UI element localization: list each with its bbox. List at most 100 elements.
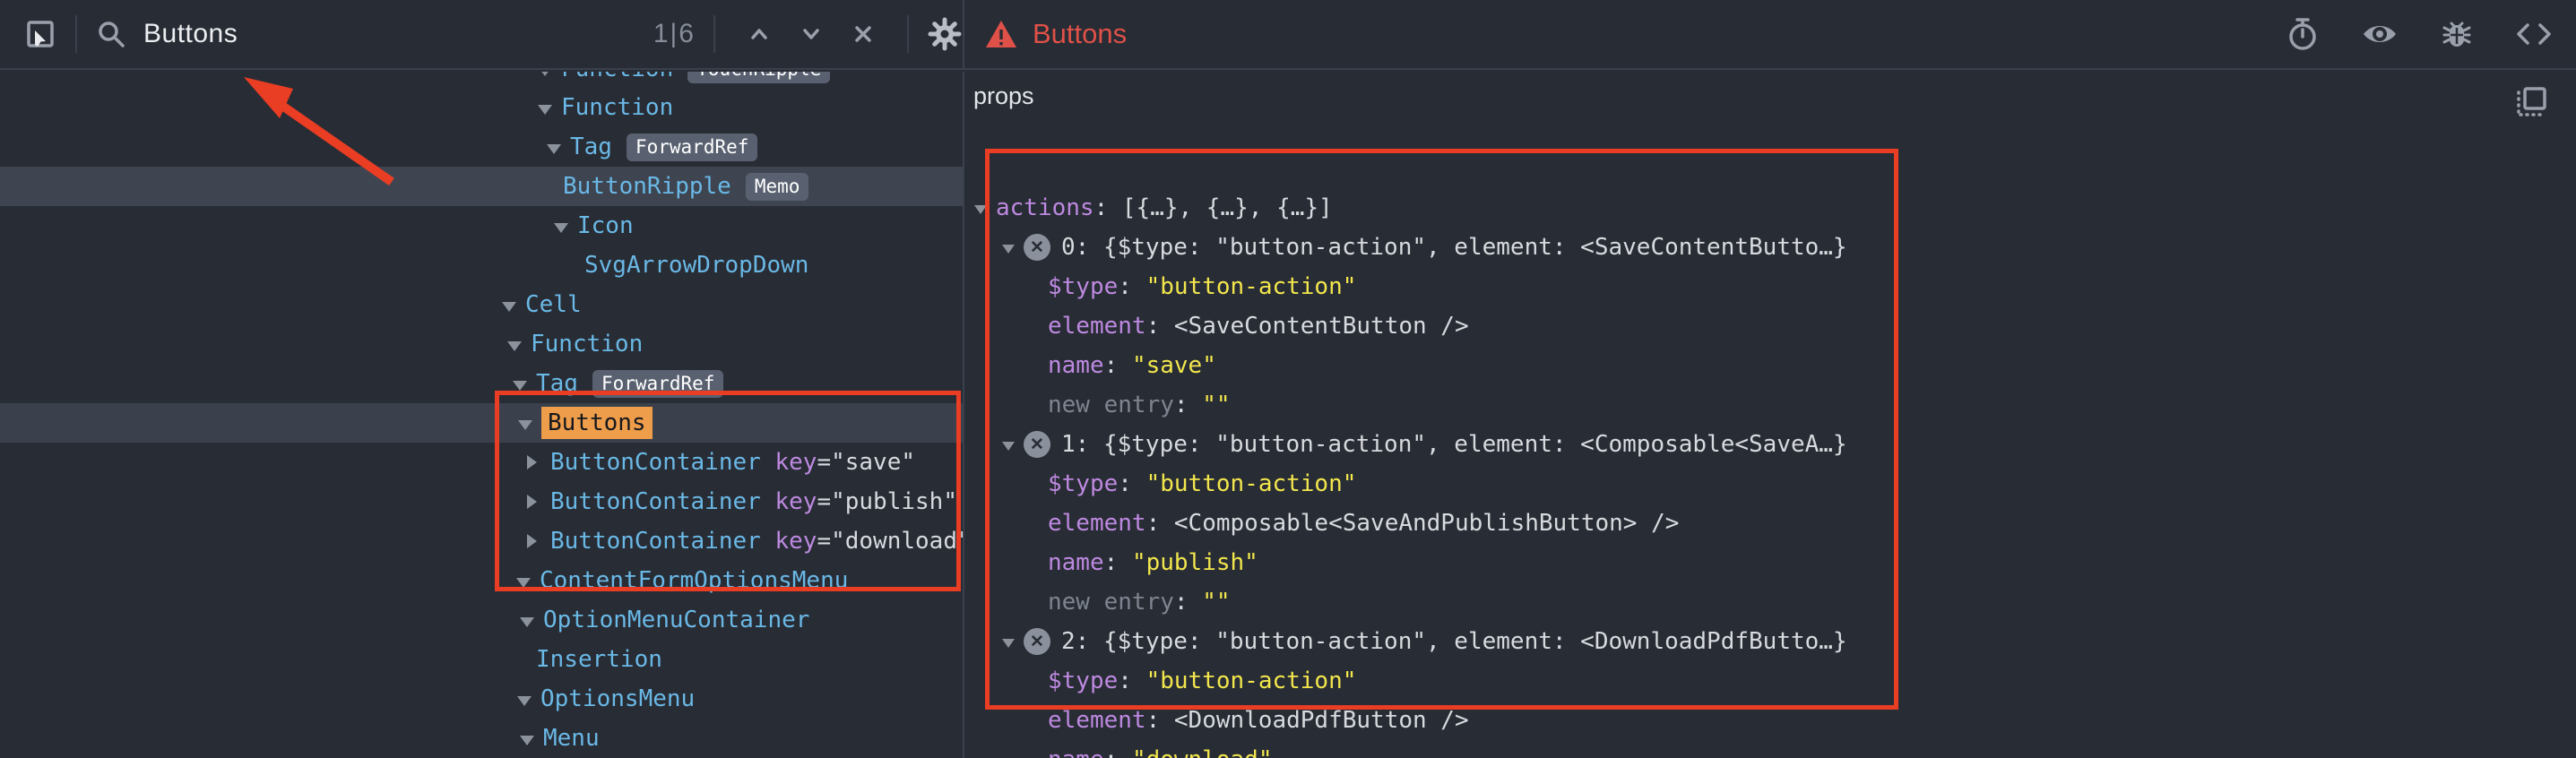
prop-field-key: $type: [1048, 470, 1118, 497]
tree-row-buttoncontainer[interactable]: ButtonContainer key="publish": [0, 482, 963, 521]
item-index: 2: [1061, 628, 1076, 655]
prop-field-key: name: [1048, 549, 1104, 576]
key-attribute-value: ="save": [817, 449, 915, 476]
log-to-console-bug-icon[interactable]: [2440, 17, 2474, 51]
expander-closed-icon[interactable]: [527, 495, 537, 509]
prop-field-key[interactable]: new entry: [1048, 392, 1174, 418]
prop-field-row: new entry: "": [966, 385, 2576, 425]
expander-closed-icon[interactable]: [527, 455, 537, 469]
component-name: Function: [561, 72, 673, 82]
delete-entry-icon[interactable]: ✕: [1024, 234, 1050, 261]
expander-open-icon[interactable]: [554, 223, 568, 233]
expander-open-icon[interactable]: [507, 341, 522, 351]
expander-open-icon[interactable]: [1002, 245, 1015, 254]
previous-result-button[interactable]: [746, 21, 773, 47]
tree-row-contentformoptionsmenu[interactable]: ContentFormOptionsMenu: [0, 561, 963, 600]
toolbar: Buttons 1|6: [0, 0, 2576, 70]
component-name: ButtonContainer: [550, 488, 761, 515]
inspect-element-icon[interactable]: [23, 17, 57, 51]
prop-field-row: element: <Composable<SaveAndPublishButto…: [966, 504, 2576, 543]
component-name: ButtonContainer: [550, 449, 761, 476]
expander-open-icon[interactable]: [516, 578, 531, 588]
prop-field-value[interactable]: "save": [1132, 352, 1216, 379]
tree-row-svgarrowdropdown[interactable]: SvgArrowDropDown: [0, 245, 963, 285]
component-badge: ForwardRef: [627, 134, 757, 161]
key-attribute-value: ="publish": [817, 488, 957, 515]
item-preview: {$type: "button-action", element: <Compo…: [1103, 431, 1847, 458]
next-result-button[interactable]: [798, 21, 825, 47]
clear-search-icon[interactable]: [850, 21, 877, 47]
expander-open-icon[interactable]: [513, 381, 527, 391]
toolbar-left: Buttons 1|6: [0, 0, 964, 68]
item-index: 0: [1061, 234, 1076, 261]
prop-field-row: name: "save": [966, 346, 2576, 385]
tree-row-menu[interactable]: Menu: [0, 719, 963, 758]
component-name: ContentFormOptionsMenu: [540, 567, 848, 594]
suspense-stopwatch-icon[interactable]: [2286, 16, 2320, 52]
prop-field-value[interactable]: "": [1202, 392, 1230, 418]
prop-row-item-0[interactable]: ✕0: {$type: "button-action", element: <S…: [966, 228, 2576, 267]
expander-closed-icon[interactable]: [527, 534, 537, 548]
tree-row-function[interactable]: Function TouchRipple: [0, 72, 963, 88]
search-icon: [95, 18, 127, 50]
prop-field-row: element: <SaveContentButton />: [966, 306, 2576, 346]
expander-open-icon[interactable]: [518, 420, 532, 430]
delete-entry-icon[interactable]: ✕: [1024, 431, 1050, 458]
view-source-code-icon[interactable]: [2515, 20, 2553, 48]
prop-row-item-2[interactable]: ✕2: {$type: "button-action", element: <D…: [966, 622, 2576, 661]
component-badge: TouchRipple: [687, 72, 830, 83]
component-name: Insertion: [536, 646, 662, 673]
expander-open-icon[interactable]: [974, 205, 987, 214]
prop-field-row: new entry: "": [966, 582, 2576, 622]
prop-field-value[interactable]: "publish": [1132, 549, 1258, 576]
prop-field-value[interactable]: "button-action": [1146, 273, 1357, 300]
prop-field-row: name: "publish": [966, 543, 2576, 582]
tree-row-optionsmenu[interactable]: OptionsMenu: [0, 679, 963, 719]
copy-props-icon[interactable]: [2515, 86, 2547, 118]
settings-gear-icon[interactable]: [927, 16, 963, 52]
component-name: Cell: [525, 291, 582, 318]
inspect-dom-eye-icon[interactable]: [2361, 20, 2399, 48]
expander-open-icon[interactable]: [1002, 442, 1015, 451]
search-result-count: 1|6: [653, 19, 696, 49]
tree-row-cell[interactable]: Cell: [0, 285, 963, 324]
tree-row-function[interactable]: Function: [0, 88, 963, 127]
prop-field-value[interactable]: "button-action": [1146, 668, 1357, 694]
tree-row-optionmenucontainer[interactable]: OptionMenuContainer: [0, 600, 963, 640]
prop-field-key[interactable]: new entry: [1048, 589, 1174, 616]
expander-open-icon[interactable]: [1002, 639, 1015, 648]
tree-row-tag[interactable]: TagForwardRef: [0, 127, 963, 167]
component-name: OptionsMenu: [540, 685, 695, 712]
expander-open-icon[interactable]: [517, 696, 532, 706]
expander-open-icon[interactable]: [547, 144, 561, 154]
tree-row-tag[interactable]: TagForwardRef: [0, 364, 963, 403]
prop-field-row: $type: "button-action": [966, 267, 2576, 306]
delete-entry-icon[interactable]: ✕: [1024, 628, 1050, 655]
expander-open-icon[interactable]: [520, 617, 534, 627]
tree-row-insertion[interactable]: Insertion: [0, 640, 963, 679]
tree-row-buttoncontainer[interactable]: ButtonContainer key="download": [0, 521, 963, 561]
prop-field-row: $type: "button-action": [966, 661, 2576, 701]
component-badge: Memo: [746, 173, 809, 201]
tree-row-buttonripple[interactable]: ButtonRippleMemo: [0, 167, 963, 206]
tree-row-function[interactable]: Function: [0, 324, 963, 364]
expander-open-icon[interactable]: [502, 302, 516, 312]
prop-field-value[interactable]: "button-action": [1146, 470, 1357, 497]
component-tree: FunctionTouchRippleFunctionTagForwardRef…: [0, 72, 964, 758]
expander-open-icon[interactable]: [538, 105, 552, 115]
prop-row-item-1[interactable]: ✕1: {$type: "button-action", element: <C…: [966, 425, 2576, 464]
tree-row-buttoncontainer[interactable]: ButtonContainer key="save": [0, 443, 963, 482]
prop-field-key: element: [1048, 313, 1146, 340]
key-attribute-value: ="download": [817, 528, 964, 555]
item-preview: {$type: "button-action", element: <SaveC…: [1103, 234, 1847, 261]
tree-row-icon[interactable]: Icon: [0, 206, 963, 245]
warning-triangle-icon: [984, 18, 1018, 50]
tree-row-buttons[interactable]: Buttons: [0, 403, 963, 443]
prop-field-value[interactable]: "download": [1132, 746, 1273, 758]
expander-open-icon[interactable]: [538, 72, 552, 76]
prop-field-row: $type: "button-action": [966, 464, 2576, 504]
expander-open-icon[interactable]: [520, 736, 534, 745]
search-input[interactable]: Buttons: [143, 19, 238, 49]
component-name: Buttons: [541, 407, 653, 439]
prop-field-value[interactable]: "": [1202, 589, 1230, 616]
